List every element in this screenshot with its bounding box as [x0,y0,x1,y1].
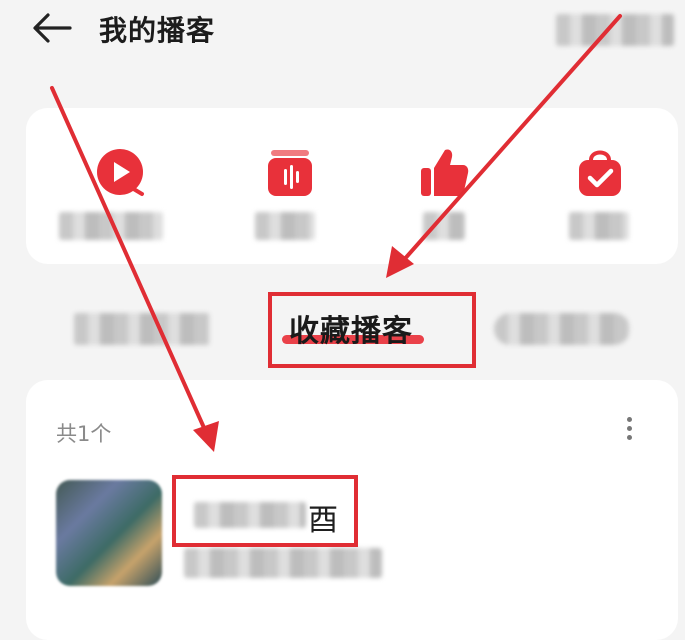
quick-action-label-blurred [59,212,163,240]
thumbs-up-icon [421,149,469,196]
tab-blurred-right[interactable] [494,313,630,345]
podcast-cover-image[interactable] [56,480,162,586]
quick-action-purchased[interactable] [539,146,659,256]
quick-action-label-blurred [255,212,315,240]
quick-actions-card [26,108,678,264]
quick-action-liked[interactable] [383,146,503,256]
quick-action-my-podcast[interactable] [229,146,349,256]
annotation-box-item [172,475,358,547]
arrow-left-icon [33,13,72,43]
annotation-box-tab [268,292,476,368]
item-count: 共1个 [56,422,112,446]
podcast-subtitle-blurred [184,548,382,578]
podcast-box-icon [268,150,312,196]
page-title: 我的播客 [99,14,216,47]
more-options-icon[interactable] [619,414,639,450]
tab-blurred-left[interactable] [74,313,210,345]
back-button[interactable] [30,10,74,46]
shopping-bag-check-icon [579,150,621,196]
quick-action-label-blurred [569,212,629,240]
play-circle-icon [97,149,144,196]
header-action-blurred[interactable] [556,14,674,46]
quick-action-label-blurred [423,212,465,240]
quick-action-recent[interactable] [59,146,179,256]
